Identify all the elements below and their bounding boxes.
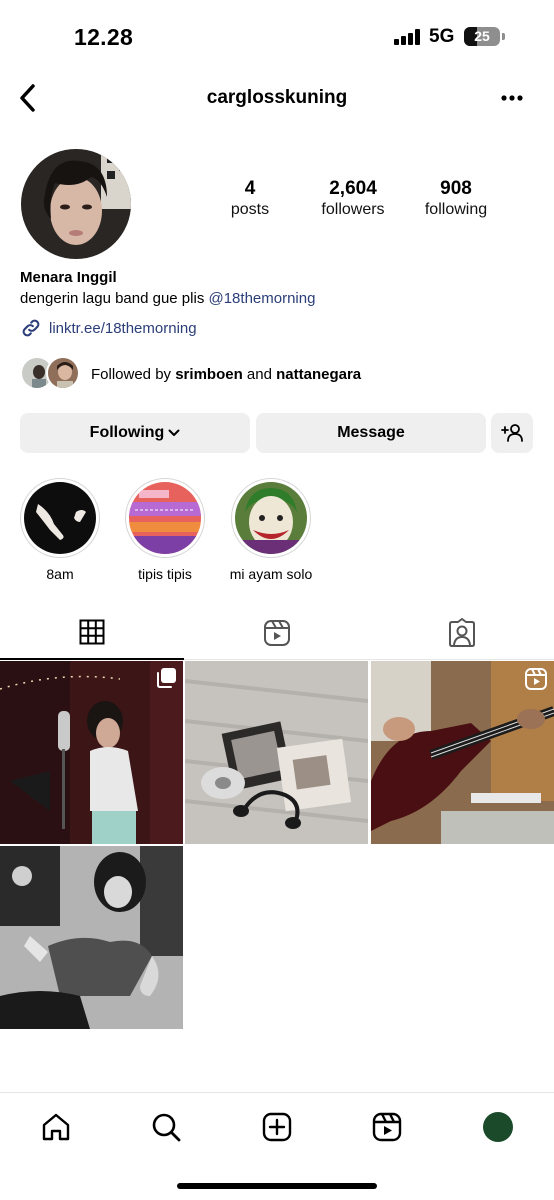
profile-avatar[interactable] <box>21 149 131 259</box>
message-button-label: Message <box>337 424 405 441</box>
bio-mention-link[interactable]: @18themorning <box>208 290 315 307</box>
more-horizontal-icon <box>501 95 523 101</box>
stat-followers[interactable]: 2,604 followers <box>312 178 394 220</box>
following-button[interactable]: Following <box>20 413 250 453</box>
profile-name: Menara Inggil <box>20 269 117 286</box>
mutual-user-2[interactable]: nattanegara <box>276 366 361 383</box>
profile-link-text: linktr.ee/18themorning <box>49 319 197 337</box>
mutual-avatars <box>20 354 82 394</box>
profile-bio: dengerin lagu band gue plis @18themornin… <box>20 290 315 307</box>
network-type: 5G <box>429 26 455 47</box>
status-time: 12.28 <box>74 24 134 50</box>
highlight-8am[interactable]: 8am <box>18 478 102 582</box>
post-bass-guitar[interactable] <box>371 661 554 844</box>
battery-level: 25 <box>474 28 490 44</box>
tab-reels[interactable] <box>185 606 369 660</box>
home-icon <box>42 1113 70 1141</box>
nav-profile[interactable] <box>478 1107 518 1147</box>
following-label: following <box>424 201 488 218</box>
home-indicator <box>177 1183 377 1189</box>
highlight-tipis-tipis[interactable]: tipis tipis <box>123 478 207 582</box>
nav-home[interactable] <box>36 1107 76 1147</box>
grid-icon <box>79 619 105 645</box>
chevron-down-icon <box>168 429 180 436</box>
profile-link[interactable]: linktr.ee/18themorning <box>20 316 197 340</box>
battery-icon: 25 <box>464 27 505 46</box>
followed-by[interactable]: Followed by srimboen and nattanegara <box>20 354 361 394</box>
tagged-icon <box>449 618 475 647</box>
post-recording-studio[interactable] <box>0 661 183 844</box>
tab-tagged[interactable] <box>370 606 554 660</box>
followers-label: followers <box>321 201 385 218</box>
nav-create[interactable] <box>257 1107 297 1147</box>
link-icon <box>22 319 40 337</box>
post-portrait-bw[interactable] <box>0 846 183 1029</box>
post-cd-player[interactable] <box>185 661 368 844</box>
message-button[interactable]: Message <box>256 413 486 453</box>
add-person-icon <box>501 424 523 442</box>
followed-by-text: Followed by srimboen and nattanegara <box>91 365 362 383</box>
stat-posts[interactable]: 4 posts <box>214 178 286 220</box>
content-tabs <box>0 606 554 660</box>
profile-avatar-icon <box>483 1112 513 1142</box>
highlight-label: tipis tipis <box>138 566 192 582</box>
highlight-mi-ayam-solo[interactable]: mi ayam solo <box>229 478 313 582</box>
create-icon <box>262 1112 292 1142</box>
carousel-icon <box>157 668 176 688</box>
nav-search[interactable] <box>146 1107 186 1147</box>
reels-icon <box>264 620 290 646</box>
mutual-user-1[interactable]: srimboen <box>175 366 243 383</box>
search-icon <box>152 1113 181 1142</box>
reels-icon <box>372 1112 402 1142</box>
profile-username: carglosskuning <box>206 87 348 108</box>
status-bar: 12.28 5G 25 <box>0 0 554 76</box>
signal-icon <box>394 29 424 45</box>
posts-count: 4 <box>244 178 256 199</box>
reel-icon <box>525 668 547 690</box>
suggested-users-button[interactable] <box>491 413 533 453</box>
following-count: 908 <box>440 178 472 199</box>
bio-text: dengerin lagu band gue plis <box>20 290 209 307</box>
highlight-label: 8am <box>46 566 74 582</box>
posts-label: posts <box>230 201 270 218</box>
highlight-label: mi ayam solo <box>229 566 313 582</box>
tab-posts[interactable] <box>0 606 184 660</box>
mutual-avatar-nattanegara <box>46 356 80 390</box>
following-button-label: Following <box>89 424 165 441</box>
more-options-button[interactable] <box>498 86 526 110</box>
followers-count: 2,604 <box>329 178 377 199</box>
profile-header: carglosskuning <box>0 76 554 122</box>
nav-reels[interactable] <box>367 1107 407 1147</box>
stat-following[interactable]: 908 following <box>418 178 494 220</box>
